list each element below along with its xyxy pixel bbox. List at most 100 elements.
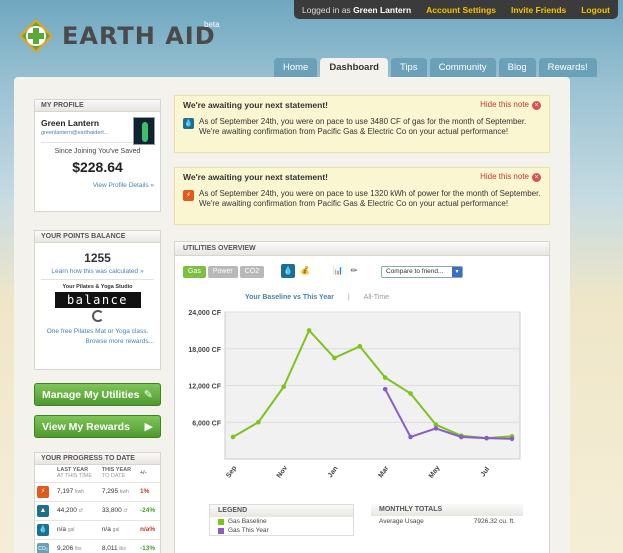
profile-details-link[interactable]: View Profile Details » (35, 179, 160, 192)
pencil-chart-icon[interactable]: ✏ (347, 264, 361, 278)
last-year-value: 44,200 cf (55, 500, 100, 521)
monthly-totals-box: MONTHLY TOTALS Average Usage 7926.32 cu.… (371, 504, 523, 527)
x-tick-label: Mar (378, 465, 391, 479)
username: Green Lantern (353, 4, 412, 15)
legend-item-baseline: Gas Baseline (210, 517, 353, 526)
account-settings-link[interactable]: Account Settings (426, 5, 496, 15)
power-icon: ⚡ (37, 485, 49, 498)
progress-row-water: 💧 n/a gal n/a gal n/a% (35, 519, 160, 540)
view-rewards-button[interactable]: View My Rewards ▶ (34, 415, 161, 438)
tab-tips[interactable]: Tips (390, 58, 427, 77)
promo-link[interactable]: One free Pilates Mat or Yoga class. (35, 328, 160, 335)
usage-line-chart: 6,000 CF 12,000 CF 18,000 CF 24,000 CF Sep No… (188, 310, 521, 480)
avatar[interactable] (133, 117, 155, 145)
delta-value: 1% (137, 481, 160, 502)
points-value: 1255 (84, 251, 111, 265)
x-tick-label: Jan (327, 465, 340, 479)
last-year-value: n/a gal (55, 519, 100, 540)
balance-sponsor-logo[interactable]: balance (54, 292, 141, 308)
tab-community[interactable]: Community (429, 58, 496, 77)
swirl-icon (91, 310, 104, 322)
money-bag-icon[interactable]: 💰 (298, 264, 312, 278)
points-title: YOUR POINTS BALANCE (35, 231, 160, 243)
water-icon: 💧 (37, 523, 49, 536)
data-point (281, 384, 287, 390)
co2-icon: CO₂ (37, 542, 49, 553)
hide-note-button[interactable]: Hide this note × (480, 172, 541, 182)
logout-link[interactable]: Logout (581, 5, 610, 15)
tab-blog[interactable]: Blog (498, 58, 536, 77)
user-bar: Logged in as Green Lantern Account Setti… (294, 0, 618, 19)
tab-home[interactable]: Home (274, 58, 318, 77)
progress-row-gas: ▲ 44,200 cf 33,800 cf -24% (35, 500, 160, 521)
gas-icon: ▲ (37, 504, 49, 517)
col-this-year: THIS YEAR TO DATE (101, 467, 132, 479)
data-point (306, 328, 312, 333)
beta-badge: beta (204, 20, 220, 29)
progress-box: YOUR PROGRESS TO DATE LAST YEAR AT THIS T… (34, 452, 161, 553)
data-point (230, 434, 236, 440)
chart-bars-icon[interactable]: 📊 (331, 264, 345, 278)
data-point (357, 344, 363, 349)
delta-value: -24% (137, 500, 160, 521)
invite-friends-link[interactable]: Invite Friends (511, 5, 566, 15)
logged-in-prefix: Logged in as (302, 4, 351, 15)
gas-statement-note: We're awaiting your next statement! Hide… (174, 95, 550, 153)
delta-value: -13% (137, 538, 160, 553)
chevron-down-icon: ▾ (452, 267, 462, 277)
logged-in-status: Logged in as Green Lantern (302, 5, 411, 15)
saved-value: $228.64 (72, 159, 123, 175)
saved-label: Since Joining You've Saved (54, 148, 141, 155)
legend-item-this-year: Gas This Year (210, 526, 353, 535)
power-pill[interactable]: Power (207, 266, 238, 278)
earth-aid-logo[interactable]: EARTH AID beta (18, 14, 220, 58)
gas-pill[interactable]: Gas (183, 266, 206, 278)
close-icon[interactable]: × (532, 173, 541, 182)
x-tick-label: May (428, 464, 442, 479)
points-box: YOUR POINTS BALANCE 1255 Learn how this … (34, 230, 161, 370)
data-point (484, 435, 489, 441)
data-point (382, 386, 388, 392)
legend-swatch (218, 518, 224, 525)
hide-note-button[interactable]: Hide this note × (480, 100, 541, 110)
data-point (509, 436, 515, 442)
note-text: As of September 24th, you were on pace t… (199, 189, 541, 209)
progress-row-co2: CO₂ 9,206 lbs 8,011 lbs -13% (35, 538, 160, 553)
col-last-year: LAST YEAR AT THIS TIME (57, 467, 93, 479)
last-year-value: 7,197 kwh (55, 481, 100, 502)
browse-rewards-link[interactable]: Browse more rewards... (35, 335, 160, 348)
data-point (408, 434, 413, 440)
view-rewards-label: View My Rewards (42, 421, 130, 433)
profile-box: MY PROFILE Green Lantern greenlantern@ea… (34, 99, 161, 212)
delta-value: n/a% (137, 519, 160, 540)
tab-separator: | (347, 294, 350, 301)
co2-pill[interactable]: CO2 (239, 266, 265, 278)
x-tick-label: Jul (480, 466, 492, 478)
main-nav: Home Dashboard Tips Community Blog Rewar… (274, 58, 597, 77)
tab-baseline-vs-this-year[interactable]: Your Baseline vs This Year (245, 294, 334, 301)
compare-friend-select[interactable]: Compare to friend... ▾ (381, 266, 463, 278)
points-calc-link[interactable]: Learn how this was calculated » (35, 268, 160, 275)
data-point (458, 434, 464, 440)
power-icon: ⚡ (183, 190, 194, 201)
y-tick-label: 12,000 CF (188, 384, 221, 391)
average-usage-row: Average Usage 7926.32 cu. ft. (379, 518, 515, 525)
progress-table: LAST YEAR AT THIS TIME THIS YEAR TO DATE +… (35, 465, 160, 553)
tab-rewards[interactable]: Rewards! (538, 58, 597, 77)
tab-all-time[interactable]: All-Time (364, 294, 389, 301)
y-tick-label: 6,000 CF (192, 420, 222, 427)
gas-icon: 💧 (183, 118, 194, 129)
water-drop-icon[interactable]: 💧 (281, 264, 295, 278)
tab-dashboard[interactable]: Dashboard (320, 58, 388, 77)
data-point (256, 419, 261, 425)
close-icon[interactable]: × (532, 101, 541, 110)
profile-title: MY PROFILE (35, 100, 160, 112)
this-year-value: 7,295 kwh (99, 481, 138, 502)
wand-icon: ✎ (143, 389, 153, 401)
last-year-value: 9,206 lbs (55, 538, 100, 553)
utilities-title: UTILITIES OVERVIEW (175, 242, 549, 256)
x-tick-label: Nov (276, 465, 289, 480)
progress-row-power: ⚡ 7,197 kwh 7,295 kwh 1% (35, 481, 160, 502)
utilities-overview: UTILITIES OVERVIEW Gas Power CO2 💧 💰 📊 ✏… (174, 241, 550, 553)
manage-utilities-button[interactable]: Manage My Utilities ✎ (34, 383, 161, 406)
